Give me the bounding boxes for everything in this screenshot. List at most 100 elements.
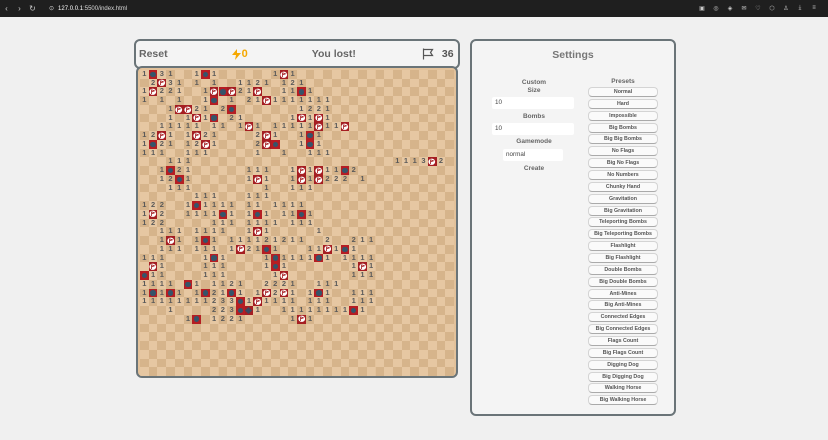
number-cell[interactable]: 1 xyxy=(253,288,263,298)
covered-cell[interactable] xyxy=(349,341,359,350)
covered-cell[interactable] xyxy=(419,288,428,298)
number-cell[interactable] xyxy=(262,122,271,132)
covered-cell[interactable] xyxy=(410,288,420,298)
covered-cell[interactable] xyxy=(410,192,420,202)
covered-cell[interactable] xyxy=(201,166,210,175)
number-cell[interactable]: 1 xyxy=(297,139,306,149)
covered-cell[interactable] xyxy=(314,157,324,167)
covered-cell[interactable] xyxy=(384,201,393,210)
number-cell[interactable]: 2 xyxy=(331,174,341,184)
covered-cell[interactable] xyxy=(209,166,219,175)
number-cell[interactable]: 2 xyxy=(218,104,228,114)
number-cell[interactable]: 1 xyxy=(253,165,263,175)
covered-cell[interactable] xyxy=(436,262,446,272)
number-cell[interactable]: 1 xyxy=(314,305,324,315)
covered-cell[interactable] xyxy=(340,201,350,210)
covered-cell[interactable] xyxy=(436,122,446,132)
covered-cell[interactable] xyxy=(358,104,367,114)
covered-cell[interactable] xyxy=(427,148,437,158)
number-cell[interactable]: 1 xyxy=(174,122,184,132)
covered-cell[interactable] xyxy=(331,367,341,376)
covered-cell[interactable] xyxy=(140,314,149,324)
covered-cell[interactable] xyxy=(244,253,254,263)
covered-cell[interactable] xyxy=(427,271,437,280)
covered-cell[interactable] xyxy=(166,367,175,376)
covered-cell[interactable] xyxy=(331,323,341,333)
flagged-cell[interactable] xyxy=(244,122,254,132)
covered-cell[interactable] xyxy=(323,183,332,193)
covered-cell[interactable] xyxy=(218,358,228,368)
covered-cell[interactable] xyxy=(183,78,193,88)
covered-cell[interactable] xyxy=(427,236,437,245)
number-cell[interactable]: 1 xyxy=(174,297,184,307)
covered-cell[interactable] xyxy=(201,174,210,184)
covered-cell[interactable] xyxy=(375,209,385,219)
back-icon[interactable]: ‹ xyxy=(0,0,13,17)
covered-cell[interactable] xyxy=(349,209,359,219)
number-cell[interactable]: 1 xyxy=(288,218,297,228)
covered-cell[interactable] xyxy=(201,349,210,359)
covered-cell[interactable] xyxy=(375,96,385,105)
covered-cell[interactable] xyxy=(436,288,446,298)
covered-cell[interactable] xyxy=(436,358,446,368)
covered-cell[interactable] xyxy=(192,341,202,350)
covered-cell[interactable] xyxy=(436,183,446,193)
preset-button-no-numbers[interactable]: No Numbers xyxy=(588,170,658,181)
number-cell[interactable]: 2 xyxy=(436,157,446,167)
covered-cell[interactable] xyxy=(288,349,297,359)
number-cell[interactable]: 1 xyxy=(166,244,175,254)
covered-cell[interactable] xyxy=(183,262,193,272)
covered-cell[interactable] xyxy=(235,139,245,149)
package-icon[interactable]: ⬡ xyxy=(768,5,776,12)
covered-cell[interactable] xyxy=(375,262,385,272)
number-cell[interactable]: 1 xyxy=(262,262,271,272)
number-cell[interactable]: 1 xyxy=(209,139,219,149)
preset-button-anti-mines[interactable]: Anti-Mines xyxy=(588,288,658,299)
covered-cell[interactable] xyxy=(244,358,254,368)
number-cell[interactable]: 1 xyxy=(288,235,297,245)
covered-cell[interactable] xyxy=(384,70,393,79)
covered-cell[interactable] xyxy=(445,306,454,315)
covered-cell[interactable] xyxy=(279,131,289,140)
covered-cell[interactable] xyxy=(392,253,402,263)
covered-cell[interactable] xyxy=(174,306,184,315)
number-cell[interactable]: 1 xyxy=(401,157,411,167)
number-cell[interactable]: 1 xyxy=(183,314,193,324)
covered-cell[interactable] xyxy=(410,87,420,97)
covered-cell[interactable] xyxy=(323,367,332,376)
number-cell[interactable]: 3 xyxy=(157,69,167,79)
covered-cell[interactable] xyxy=(375,236,385,245)
flagged-cell[interactable] xyxy=(340,122,350,132)
covered-cell[interactable] xyxy=(314,323,324,333)
covered-cell[interactable] xyxy=(270,166,280,175)
number-cell[interactable]: 1 xyxy=(140,218,149,228)
number-cell[interactable]: 2 xyxy=(148,130,158,140)
flagged-cell[interactable] xyxy=(314,166,324,175)
covered-cell[interactable] xyxy=(436,227,446,237)
number-cell[interactable]: 1 xyxy=(253,305,263,315)
covered-cell[interactable] xyxy=(148,314,158,324)
number-cell[interactable]: 1 xyxy=(166,157,175,167)
number-cell[interactable]: 1 xyxy=(340,253,350,263)
number-cell[interactable]: 1 xyxy=(349,270,359,280)
covered-cell[interactable] xyxy=(392,113,402,123)
covered-cell[interactable] xyxy=(331,96,341,105)
covered-cell[interactable] xyxy=(270,183,280,193)
covered-cell[interactable] xyxy=(358,349,367,359)
covered-cell[interactable] xyxy=(410,104,420,114)
covered-cell[interactable] xyxy=(235,323,245,333)
covered-cell[interactable] xyxy=(436,78,446,88)
flagged-cell[interactable] xyxy=(297,166,306,175)
covered-cell[interactable] xyxy=(340,341,350,350)
covered-cell[interactable] xyxy=(375,244,385,254)
covered-cell[interactable] xyxy=(218,367,228,376)
covered-cell[interactable] xyxy=(427,227,437,237)
preset-button-teleporting-bombs[interactable]: Teleporting Bombs xyxy=(588,217,658,228)
covered-cell[interactable] xyxy=(279,314,289,324)
covered-cell[interactable] xyxy=(288,262,297,272)
number-cell[interactable]: 1 xyxy=(183,183,193,193)
covered-cell[interactable] xyxy=(419,139,428,149)
covered-cell[interactable] xyxy=(392,183,402,193)
preset-button-normal[interactable]: Normal xyxy=(588,87,658,97)
number-cell[interactable]: 1 xyxy=(209,314,219,324)
